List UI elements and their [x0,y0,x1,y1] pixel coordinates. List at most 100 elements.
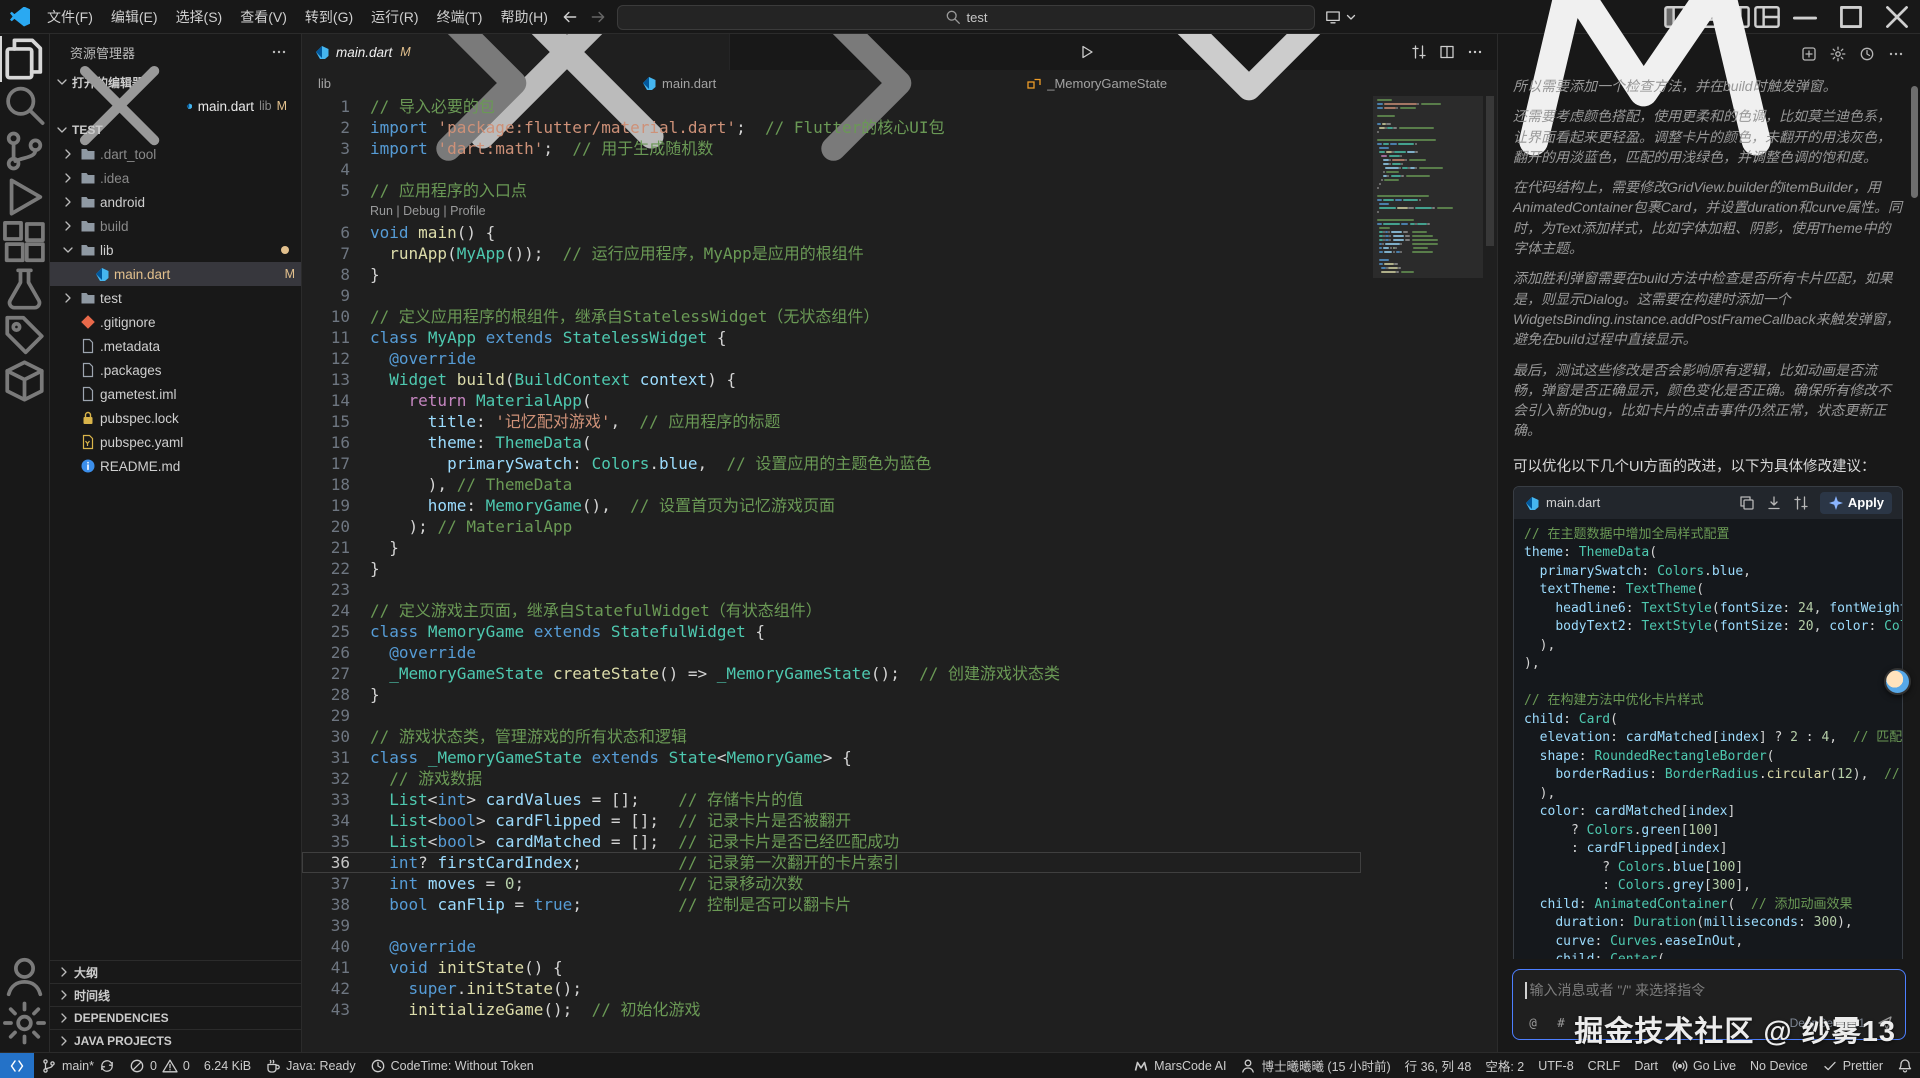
bookmarks-icon[interactable] [0,312,49,358]
editor-more-icon[interactable] [1467,44,1483,60]
code-line[interactable]: 26 @override [302,642,1361,663]
code-line[interactable]: 13 Widget build(BuildContext context) { [302,369,1361,390]
code-line[interactable]: 23 [302,579,1361,600]
sidebar-section-大纲[interactable]: 大纲 [50,960,301,983]
code-line[interactable]: 22} [302,558,1361,579]
device-status-item[interactable]: No Device [1743,1053,1815,1078]
code-line[interactable]: 28} [302,684,1361,705]
new-chat-icon[interactable] [1801,46,1817,62]
tree-item-build[interactable]: build [50,214,301,238]
back-icon[interactable] [561,8,579,26]
code-line[interactable]: Run | Debug | Profile [302,201,1361,222]
java-status-item[interactable]: Java: Ready [258,1053,362,1078]
ai-settings-icon[interactable] [1830,46,1846,62]
explorer-icon[interactable] [0,36,49,82]
split-editor-icon[interactable] [1439,44,1455,60]
open-editor-item[interactable]: main.dart lib M [50,94,301,118]
cursor-position-status-item[interactable]: 行 36, 列 48 [1398,1053,1479,1078]
code-line[interactable]: 32 // 游戏数据 [302,768,1361,789]
code-line[interactable]: 30// 游戏状态类，管理游戏的所有状态和逻辑 [302,726,1361,747]
code-line[interactable]: 36 int? firstCardIndex; // 记录第一次翻开的卡片索引 [302,852,1361,873]
code-line[interactable]: 43 initializeGame(); // 初始化游戏 [302,999,1361,1020]
code-line[interactable]: 11class MyApp extends StatelessWidget { [302,327,1361,348]
code-line[interactable]: 3import 'dart:math'; // 用于生成随机数 [302,138,1361,159]
branch-status-item[interactable]: main* [34,1053,122,1078]
breadcrumb-item[interactable]: lib [318,76,331,91]
code-line[interactable]: 9 [302,285,1361,306]
tree-item-lib[interactable]: lib [50,238,301,262]
tree-item-gametest-iml[interactable]: gametest.iml [50,382,301,406]
code-line[interactable]: 2import 'package:flutter/material.dart';… [302,117,1361,138]
settings-gear-icon[interactable] [0,1000,49,1046]
tree-item-pubspec-lock[interactable]: pubspec.lock [50,406,301,430]
code-line[interactable]: 34 List<bool> cardFlipped = []; // 记录卡片是… [302,810,1361,831]
code-line[interactable]: 19 home: MemoryGame(), // 设置首页为记忆游戏页面 [302,495,1361,516]
encoding-status-item[interactable]: UTF-8 [1531,1053,1580,1078]
editor-scrollbar[interactable] [1483,96,1497,1052]
tree-item--gitignore[interactable]: .gitignore [50,310,301,334]
environment-picker[interactable] [1325,9,1359,25]
eol-status-item[interactable]: CRLF [1581,1053,1628,1078]
code-line[interactable]: 33 List<int> cardValues = []; // 存储卡片的值 [302,789,1361,810]
views-more-icon[interactable] [271,44,287,60]
testing-icon[interactable] [0,266,49,312]
code-line[interactable]: 16 theme: ThemeData( [302,432,1361,453]
code-line[interactable]: 38 bool canFlip = true; // 控制是否可以翻卡片 [302,894,1361,915]
breadcrumb[interactable]: lib main.dart _MemoryGameState [302,70,1497,96]
open-changes-icon[interactable] [1411,44,1427,60]
prettier-status-item[interactable]: Prettier [1815,1053,1890,1078]
code-editor[interactable]: 1// 导入必要的包2import 'package:flutter/mater… [302,96,1497,1052]
search-input[interactable]: test [617,5,1315,30]
sidebar-section-时间线[interactable]: 时间线 [50,983,301,1006]
language-mode-status-item[interactable]: Dart [1627,1053,1665,1078]
run-debug-icon[interactable] [0,174,49,220]
search-sidebar-icon[interactable] [0,82,49,128]
code-line[interactable]: 6void main() { [302,222,1361,243]
code-line[interactable]: 29 [302,705,1361,726]
marscode-status-item[interactable]: MarsCode AI [1126,1053,1233,1078]
code-line[interactable]: 10// 定义应用程序的根组件，继承自StatelessWidget（无状态组件… [302,306,1361,327]
sidebar-section-dependencies[interactable]: DEPENDENCIES [50,1006,301,1029]
ai-more-icon[interactable] [1888,46,1904,62]
insert-icon[interactable] [1766,495,1782,511]
code-line[interactable]: 4 [302,159,1361,180]
code-line[interactable]: 17 primarySwatch: Colors.blue, // 设置应用的主… [302,453,1361,474]
extensions-icon[interactable] [0,220,49,266]
tree-item--metadata[interactable]: .metadata [50,334,301,358]
code-line[interactable]: 14 return MaterialApp( [302,390,1361,411]
diff-icon[interactable] [1793,495,1809,511]
breadcrumb-item[interactable]: main.dart [662,76,716,91]
tree-item-main-dart[interactable]: main.dartM [50,262,301,286]
assistant-avatar[interactable] [1884,668,1911,695]
code-line[interactable]: 27 _MemoryGameState createState() => _Me… [302,663,1361,684]
tree-item-android[interactable]: android [50,190,301,214]
apply-button[interactable]: Apply [1820,492,1892,514]
code-line[interactable]: 37 int moves = 0; // 记录移动次数 [302,873,1361,894]
filesize-status-item[interactable]: 6.24 KiB [197,1053,258,1078]
code-line[interactable]: 42 super.initState(); [302,978,1361,999]
code-line[interactable]: 15 title: '记忆配对游戏', // 应用程序的标题 [302,411,1361,432]
project-manager-icon[interactable] [0,358,49,404]
sidebar-section-java-projects[interactable]: JAVA PROJECTS [50,1029,301,1052]
problems-status-item[interactable]: 00 [122,1053,197,1078]
code-line[interactable]: 40 @override [302,936,1361,957]
source-control-icon[interactable] [0,128,49,174]
forward-icon[interactable] [589,8,607,26]
breadcrumb-item[interactable]: _MemoryGameState [1047,76,1167,91]
code-line[interactable]: 21 } [302,537,1361,558]
code-line[interactable]: 18 ), // ThemeData [302,474,1361,495]
code-line[interactable]: 12 @override [302,348,1361,369]
copy-icon[interactable] [1739,495,1755,511]
minimap[interactable] [1373,96,1483,1052]
code-line[interactable]: 8} [302,264,1361,285]
code-line[interactable]: 20 ); // MaterialApp [302,516,1361,537]
code-line[interactable]: 1// 导入必要的包 [302,96,1361,117]
indentation-status-item[interactable]: 空格: 2 [1478,1053,1531,1078]
command-icon[interactable]: # [1553,1015,1569,1031]
history-icon[interactable] [1859,46,1875,62]
tree-item-pubspec-yaml[interactable]: pubspec.yaml [50,430,301,454]
remote-status-item[interactable] [0,1053,34,1078]
go-live-status-item[interactable]: Go Live [1665,1053,1743,1078]
code-line[interactable]: 31class _MemoryGameState extends State<M… [302,747,1361,768]
code-line[interactable]: 35 List<bool> cardMatched = []; // 记录卡片是… [302,831,1361,852]
